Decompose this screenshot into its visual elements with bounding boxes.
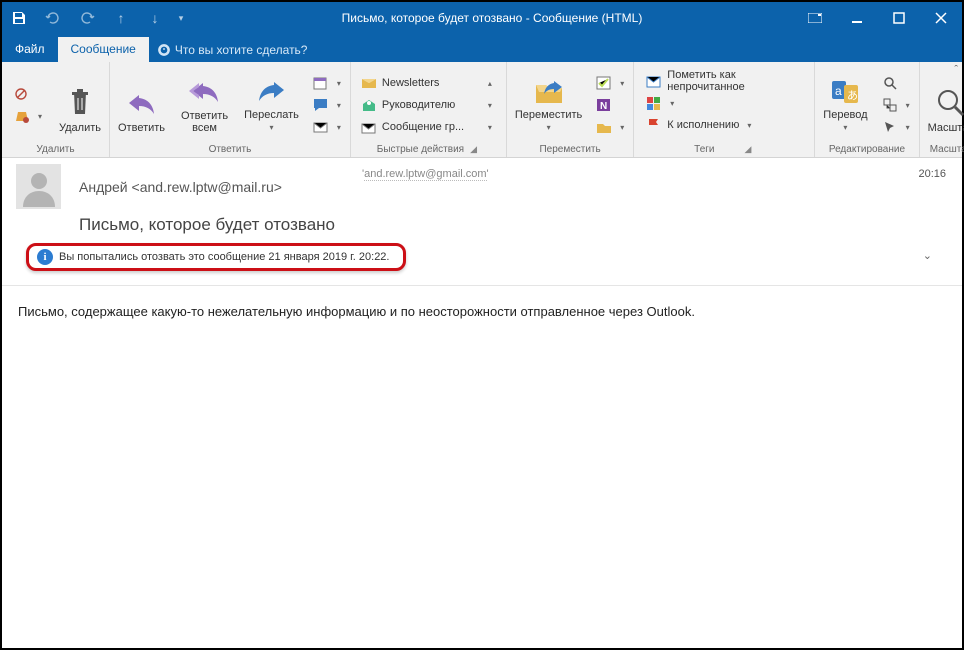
quickstep-team[interactable]: Сообщение гр... (355, 117, 474, 138)
reply-label: Ответить (118, 122, 165, 134)
delete-button[interactable]: Удалить (51, 68, 109, 138)
group-quick-label: Быстрые действия (377, 144, 464, 155)
quickstep-down-icon[interactable]: ▾ (476, 95, 504, 116)
svg-text:あ: あ (847, 89, 858, 102)
group-tags: Пометить как непрочитанное ▾ К исполнени… (634, 62, 815, 157)
quickstep-newsletters[interactable]: Newsletters (355, 73, 474, 94)
qs3-label: Сообщение гр... (382, 121, 464, 133)
body-text: Письмо, содержащее какую-то нежелательну… (18, 304, 695, 319)
collapse-header-icon[interactable]: ⌄ (923, 249, 932, 262)
title-bar: ↑ ↓ ▾ Письмо, которое будет отозвано - С… (2, 2, 962, 34)
related-icon[interactable]: ▾ (876, 95, 919, 116)
received-time: 20:16 (918, 168, 946, 180)
tell-me-placeholder: Что вы хотите сделать? (175, 43, 308, 57)
message-header: Андрей <and.rew.lptw@mail.ru> 'and.rew.l… (2, 158, 962, 271)
mark-unread-button[interactable]: Пометить как непрочитанное (640, 71, 808, 92)
quickstep-more-icon[interactable]: ▾ (476, 117, 504, 138)
recall-banner: i Вы попытались отозвать это сообщение 2… (26, 243, 406, 271)
im-icon[interactable]: ▾ (307, 95, 350, 116)
follow-up-button[interactable]: К исполнению▾ (640, 115, 808, 136)
zoom-label: Масштаб (928, 122, 964, 134)
qs2-label: Руководителю (382, 99, 455, 111)
tab-file[interactable]: Файл (2, 37, 58, 62)
group-tags-label: Теги (694, 144, 714, 155)
more-respond-icon[interactable]: ▾ (307, 117, 350, 138)
forward-button[interactable]: Переслать ▾ (236, 68, 307, 138)
zoom-button[interactable]: Масштаб (920, 68, 964, 138)
ribbon: ▾ Удалить Удалить Ответить Ответить всем (2, 62, 962, 158)
tab-message[interactable]: Сообщение (58, 37, 149, 62)
undo-icon[interactable] (36, 2, 70, 34)
actions-icon[interactable]: ▾ (590, 117, 633, 138)
group-zoom-label: Масштаб (920, 144, 964, 157)
svg-text:a: a (835, 84, 842, 98)
reply-all-label: Ответить всем (181, 110, 228, 134)
window: ↑ ↓ ▾ Письмо, которое будет отозвано - С… (0, 0, 964, 650)
quickstep-up-icon[interactable]: ▴ (476, 73, 504, 94)
forward-label: Переслать (244, 109, 299, 121)
meeting-icon[interactable]: ▾ (307, 73, 350, 94)
ignore-icon[interactable] (8, 84, 51, 105)
collapse-ribbon-icon[interactable]: ˆ (954, 64, 958, 76)
quickstep-manager[interactable]: Руководителю (355, 95, 474, 116)
qs1-label: Newsletters (382, 77, 439, 89)
group-respond-label: Ответить (110, 144, 350, 157)
categorize-icon[interactable]: ▾ (640, 93, 808, 114)
select-icon[interactable]: ▾ (876, 117, 919, 138)
group-quick-steps: Newsletters Руководителю Сообщение гр...… (351, 62, 507, 157)
message-body: Письмо, содержащее какую-то нежелательну… (2, 285, 962, 337)
window-title: Письмо, которое будет отозвано - Сообщен… (190, 11, 794, 25)
to-text: and.rew.lptw@gmail.com (364, 168, 486, 181)
mark-unread-label: Пометить как непрочитанное (667, 69, 802, 93)
save-icon[interactable] (2, 2, 36, 34)
subject: Письмо, которое будет отозвано (79, 215, 948, 235)
from-text: Андрей <and.rew.lptw@mail.ru> (79, 179, 282, 195)
reply-all-button[interactable]: Ответить всем (173, 68, 236, 138)
translate-button[interactable]: aあ Перевод▾ (815, 68, 875, 138)
quick-access-toolbar: ↑ ↓ ▾ (2, 2, 190, 34)
maximize-icon[interactable] (878, 2, 920, 34)
find-icon[interactable] (876, 73, 919, 94)
group-zoom: Масштаб Масштаб (920, 62, 964, 157)
ribbon-tabs: Файл Сообщение Что вы хотите сделать? (2, 34, 962, 62)
next-icon[interactable]: ↓ (138, 2, 172, 34)
group-edit-label: Редактирование (815, 144, 918, 157)
svg-text:N: N (600, 101, 607, 112)
move-button[interactable]: Переместить▾ (507, 68, 590, 138)
minimize-icon[interactable] (836, 2, 878, 34)
follow-up-label: К исполнению (667, 119, 739, 131)
translate-label: Перевод (823, 109, 867, 121)
group-move-label: Переместить (507, 144, 633, 157)
recall-banner-text: Вы попытались отозвать это сообщение 21 … (59, 251, 389, 263)
dialog-launcher-icon[interactable]: ◢ (470, 144, 480, 155)
tell-me-input[interactable]: Что вы хотите сделать? (157, 37, 308, 62)
rules-icon[interactable]: ▾ (590, 73, 633, 94)
junk-icon[interactable]: ▾ (8, 106, 51, 127)
close-icon[interactable] (920, 2, 962, 34)
onenote-icon[interactable]: N (590, 95, 633, 116)
redo-icon[interactable] (70, 2, 104, 34)
group-move: Переместить▾ ▾ N ▾ Переместить (507, 62, 634, 157)
delete-label: Удалить (59, 122, 101, 134)
move-label: Переместить (515, 109, 582, 121)
group-delete-label: Удалить (2, 144, 109, 157)
group-delete: ▾ Удалить Удалить (2, 62, 110, 157)
info-icon: i (37, 249, 53, 265)
group-respond: Ответить Ответить всем Переслать ▾ ▾ ▾ ▾… (110, 62, 351, 157)
window-controls (794, 2, 962, 34)
group-editing: aあ Перевод▾ ▾ ▾ Редактирование (815, 62, 919, 157)
reply-button[interactable]: Ответить (110, 68, 173, 138)
tags-dialog-launcher-icon[interactable]: ◢ (745, 144, 755, 155)
qa-customize-icon[interactable]: ▾ (172, 2, 190, 34)
prev-icon[interactable]: ↑ (104, 2, 138, 34)
to-line: 'and.rew.lptw@gmail.com' (362, 168, 489, 180)
ribbon-display-icon[interactable] (794, 2, 836, 34)
avatar (16, 164, 61, 209)
